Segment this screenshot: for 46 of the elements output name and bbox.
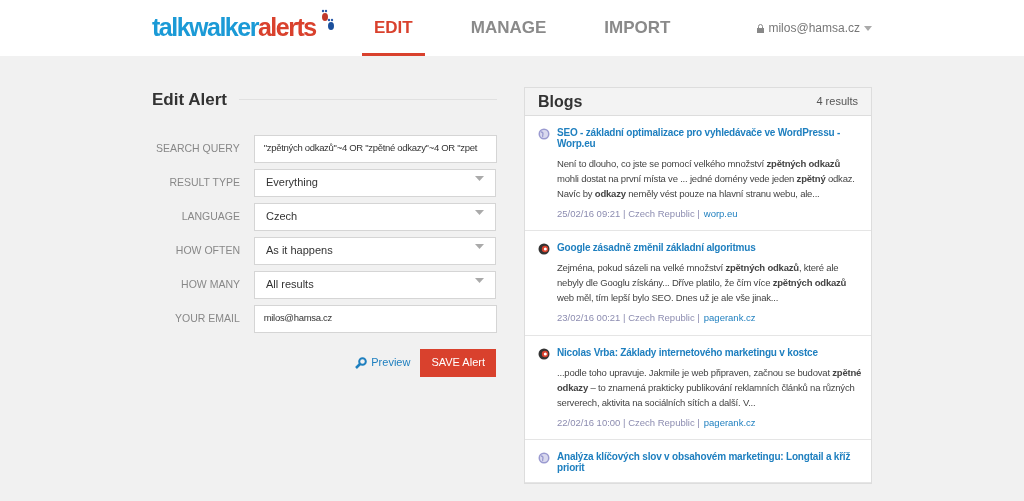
dropdown[interactable]: As it happens	[254, 236, 496, 265]
field-label: RESULT TYPE	[168, 174, 240, 190]
caret-icon	[864, 25, 872, 31]
nav-tab[interactable]: MANAGE	[458, 0, 559, 56]
dropdown[interactable]: All results	[254, 270, 496, 299]
account-menu[interactable]: milos@hamsa.cz	[757, 19, 872, 37]
input-field[interactable]: milos@hamsa.cz	[253, 304, 497, 333]
field-label: HOW OFTEN	[174, 242, 240, 258]
result-title-link[interactable]: SEO - základní optimalizace pro vyhledávače ve WordPressu - Worp.eu	[557, 127, 863, 149]
result-meta: 22/02/16 10:00 | Czech Republic |	[557, 415, 700, 430]
result-snippet: ...podle toho upravuje. Jakmile je web připraven, začnou se budovat zpětné odkazy – to znamená prakticky publikování reklamních článků na různých serverech, aktivita na sociálních sítích a další. V...	[557, 365, 863, 410]
result-meta: 23/02/16 00:21 | Czech Republic |	[557, 311, 700, 326]
nav-tab[interactable]: IMPORT	[592, 0, 683, 56]
lock-icon	[757, 23, 765, 33]
logo-text[interactable]: talkwalkeralerts	[152, 9, 316, 47]
field-label: HOW MANY	[180, 276, 240, 292]
source-link[interactable]: worp.eu	[703, 207, 738, 222]
result-snippet: Není to dlouho, co jste se pomocí velkého množství zpětných odkazů mohli dostat na první místa ve ... jedné domény vede jeden zpětný odkaz. Navíc by odkazy neměly vést pouze na hlavní stranu webu, ale...	[557, 157, 856, 201]
field-label: LANGUAGE	[180, 208, 240, 224]
source-link[interactable]: pagerank.cz	[703, 311, 756, 326]
input-field[interactable]: "zpětných odkazů"~4 OR "zpětné odkazy"~4 OR "zpet	[253, 134, 497, 163]
result-title-link[interactable]: Analýza klíčových slov v obsahovém marketingu: Longtail a kříž priorit	[557, 450, 863, 473]
field-label: SEARCH QUERY	[154, 140, 240, 156]
search-icon	[355, 356, 368, 369]
caret-icon	[475, 210, 484, 215]
caret-icon	[475, 244, 484, 249]
dropdown[interactable]: Everything	[254, 168, 496, 197]
globe-icon	[538, 451, 550, 464]
logo-icon	[538, 347, 550, 360]
dropdown[interactable]: Czech	[254, 202, 496, 231]
nav-tab[interactable]: EDIT	[362, 0, 425, 56]
result-title-link[interactable]: Google zásadně změnil základní algoritmus	[557, 242, 863, 254]
caret-icon	[475, 176, 484, 181]
result-count: 4 results	[816, 94, 858, 110]
result-meta: 25/02/16 09:21 | Czech Republic |	[557, 207, 700, 221]
preview-link[interactable]: Preview	[355, 354, 411, 371]
form-title: Edit Alert	[152, 89, 227, 111]
globe-icon	[538, 128, 550, 140]
result-snippet: Zejména, pokud sázeli na velké množství zpětných odkazů, které ale nebyly dle Googlu získány... Dříve platilo, že čím více zpětných odkazů web měl, tím lepší bylo SEO. Dnes už je ale vše jinak...	[557, 261, 848, 306]
source-link[interactable]: pagerank.cz	[703, 415, 756, 430]
logo-icon	[538, 243, 550, 256]
save-button[interactable]: SAVE Alert	[420, 348, 496, 377]
panel-title: Blogs	[538, 91, 583, 112]
caret-icon	[475, 278, 484, 283]
field-label: YOUR EMAIL	[173, 310, 240, 326]
result-title-link[interactable]: Nicolas Vrba: Základy internetového marketingu v kostce	[557, 346, 863, 358]
